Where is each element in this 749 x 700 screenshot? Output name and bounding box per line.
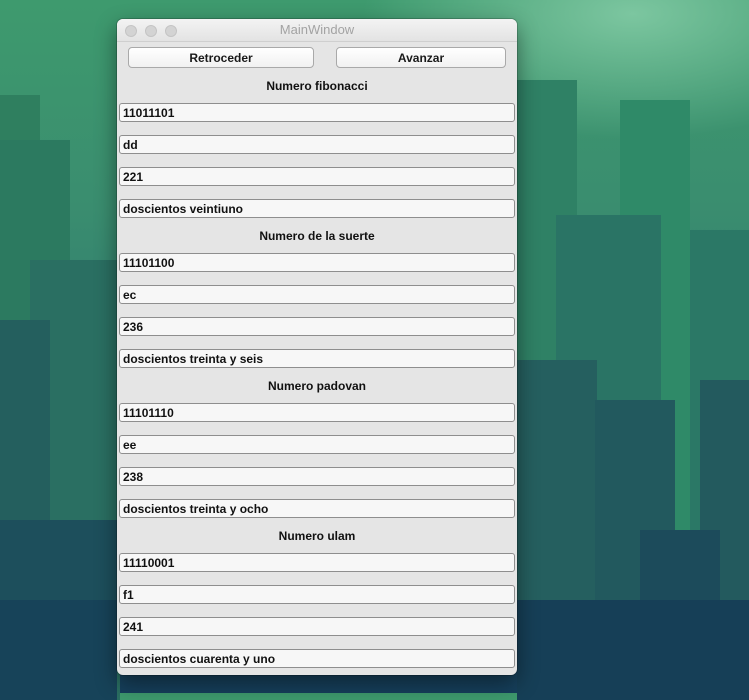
- back-button[interactable]: Retroceder: [128, 47, 314, 68]
- title-bar: MainWindow: [117, 19, 517, 42]
- main-window: MainWindow Retroceder Avanzar Numero fib…: [117, 19, 517, 675]
- section-label-padovan: Numero padovan: [267, 379, 366, 393]
- words-field[interactable]: [119, 649, 515, 668]
- hex-field[interactable]: [119, 285, 515, 304]
- window-title: MainWindow: [279, 22, 355, 37]
- section-label-fibonacci: Numero fibonacci: [266, 79, 368, 93]
- words-field[interactable]: [119, 349, 515, 368]
- forward-button[interactable]: Avanzar: [336, 47, 506, 68]
- binary-field[interactable]: [119, 103, 515, 122]
- hex-field[interactable]: [119, 435, 515, 454]
- hex-field[interactable]: [119, 135, 515, 154]
- binary-field[interactable]: [119, 403, 515, 422]
- binary-field[interactable]: [119, 553, 515, 572]
- section-label-ulam: Numero ulam: [278, 529, 356, 543]
- hex-field[interactable]: [119, 585, 515, 604]
- binary-field[interactable]: [119, 253, 515, 272]
- wallpaper-building: [517, 600, 749, 700]
- decimal-field[interactable]: [119, 617, 515, 636]
- decimal-field[interactable]: [119, 167, 515, 186]
- decimal-field[interactable]: [119, 317, 515, 336]
- wallpaper-building: [0, 600, 117, 700]
- words-field[interactable]: [119, 499, 515, 518]
- words-field[interactable]: [119, 199, 515, 218]
- decimal-field[interactable]: [119, 467, 515, 486]
- section-label-lucky: Numero de la suerte: [259, 229, 375, 243]
